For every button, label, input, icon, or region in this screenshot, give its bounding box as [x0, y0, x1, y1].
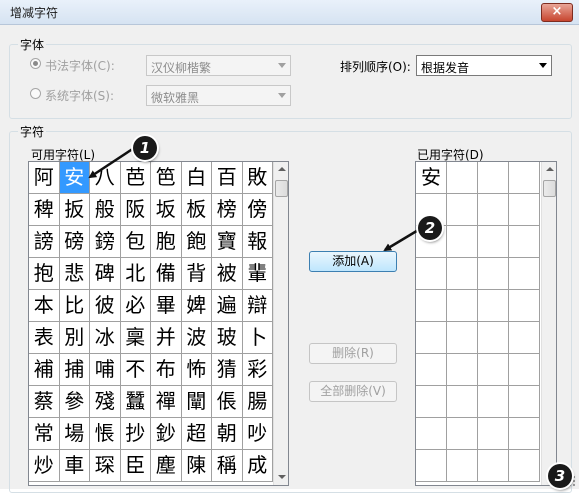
- callout-2-arrow: [383, 227, 421, 252]
- annotation-arrows: [88, 146, 421, 252]
- callout-1-badge: 1: [133, 136, 157, 160]
- callout-2-badge: 2: [418, 216, 442, 240]
- callout-1-arrow: [88, 146, 135, 179]
- callout-3-badge: 3: [548, 464, 572, 488]
